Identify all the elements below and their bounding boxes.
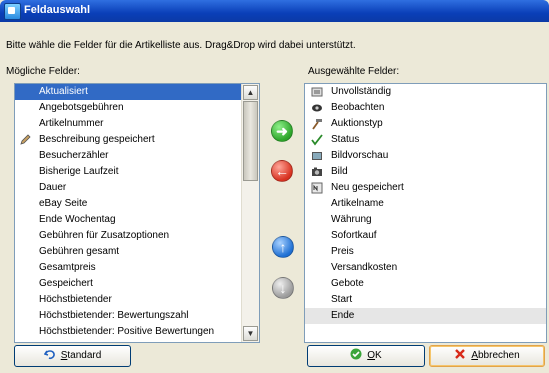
available-fields-label: Mögliche Felder: [6, 66, 80, 77]
available-field-item-label: Angebotsgebühren [39, 102, 124, 113]
available-field-item-label: Besucherzähler [39, 150, 109, 161]
available-field-item-label: Höchstbietender [39, 294, 112, 305]
available-field-item-label: Bisherige Laufzeit [39, 166, 119, 177]
available-field-item[interactable]: eBay Seite [15, 196, 241, 212]
add-field-button[interactable]: ➜ [271, 120, 293, 142]
selected-field-item[interactable]: Beobachten [305, 100, 546, 116]
selected-field-item[interactable]: Unvollständig [305, 84, 546, 100]
available-field-item-label: Gespeichert [39, 278, 93, 289]
selected-field-item-label: Sofortkauf [331, 230, 377, 241]
image-preview-icon [311, 150, 323, 162]
selected-field-item[interactable]: Artikelname [305, 196, 546, 212]
selected-field-item[interactable]: Versandkosten [305, 260, 546, 276]
available-field-item-label: Aktualisiert [39, 86, 88, 97]
available-field-item-label: Gebühren gesamt [39, 246, 120, 257]
window-title: Feldauswahl [24, 4, 91, 16]
available-field-item-label: Ende Wochentag [39, 214, 116, 225]
selected-field-item[interactable]: Gebote [305, 276, 546, 292]
selected-field-item[interactable]: Auktionstyp [305, 116, 546, 132]
selected-field-item-label: Bildvorschau [331, 150, 389, 161]
selected-field-item[interactable]: Bildvorschau [305, 148, 546, 164]
available-list-scrollbar[interactable]: ▲ ▼ [241, 84, 259, 342]
available-field-item[interactable]: Artikelnummer [15, 116, 241, 132]
selected-field-item[interactable]: Preis [305, 244, 546, 260]
selected-field-item-label: Start [331, 294, 353, 305]
selected-field-item[interactable]: Währung [305, 212, 546, 228]
available-field-item[interactable]: Höchstbietender [15, 292, 241, 308]
selected-fields-label: Ausgewählte Felder: [308, 66, 400, 77]
ok-button[interactable]: OK [307, 345, 425, 367]
available-field-item-label: Artikelnummer [39, 118, 104, 129]
selected-field-item[interactable]: Neu gespeichert [305, 180, 546, 196]
check-icon [311, 134, 323, 146]
available-field-item[interactable]: Aktualisiert [15, 84, 241, 100]
instruction-text: Bitte wähle die Felder für die Artikelli… [6, 40, 356, 51]
available-field-item[interactable]: Gespeichert [15, 276, 241, 292]
available-field-item[interactable]: Beschreibung gespeichert [15, 132, 241, 148]
ok-check-icon [350, 348, 362, 360]
selected-field-item-label: Bild [331, 166, 348, 177]
cancel-button[interactable]: Abbrechen [429, 345, 545, 367]
pencil-icon [19, 134, 31, 146]
available-field-item-label: Beschreibung gespeichert [39, 134, 155, 145]
standard-button[interactable]: Standard [14, 345, 131, 367]
available-field-item[interactable]: Dauer [15, 180, 241, 196]
selected-field-item-label: Unvollständig [331, 86, 392, 97]
selected-field-item[interactable]: Start [305, 292, 546, 308]
selected-field-item[interactable]: Ende [305, 308, 546, 324]
scroll-down-button[interactable]: ▼ [243, 326, 258, 341]
selected-fields-list[interactable]: Unvollständig Beobachten Auktionstyp Status… [304, 83, 547, 343]
selected-field-item-label: Gebote [331, 278, 364, 289]
selected-field-item-label: Status [331, 134, 360, 145]
available-field-item[interactable]: Bisherige Laufzeit [15, 164, 241, 180]
available-field-item-label: Höchstbietender: Bewertungszahl [39, 310, 189, 321]
available-fields-list[interactable]: Aktualisiert Angebotsgebühren Artikelnumme… [14, 83, 260, 343]
remove-field-button[interactable]: ← [271, 160, 293, 182]
selected-field-item-label: Versandkosten [331, 262, 398, 273]
window-titlebar[interactable]: Feldauswahl [0, 0, 549, 22]
undo-icon [43, 350, 55, 360]
hammer-icon [311, 118, 323, 130]
selected-field-item-label: Ende [331, 310, 355, 321]
available-field-item[interactable]: Gebühren gesamt [15, 244, 241, 260]
selected-field-item[interactable]: Sofortkauf [305, 228, 546, 244]
selected-field-item-label: Auktionstyp [331, 118, 383, 129]
watch-icon [311, 102, 323, 114]
available-field-item[interactable]: Gesamtpreis [15, 260, 241, 276]
available-field-item[interactable]: Ende Wochentag [15, 212, 241, 228]
scroll-thumb[interactable] [243, 101, 258, 181]
available-field-item-label: eBay Seite [39, 198, 88, 209]
selected-field-item-label: Beobachten [331, 102, 385, 113]
selected-field-item[interactable]: Bild [305, 164, 546, 180]
selected-field-item-label: Artikelname [331, 198, 384, 209]
available-field-item[interactable]: Höchstbietender: Positive Bewertungen [15, 324, 241, 340]
app-icon [4, 3, 21, 20]
available-field-item-label: Gebühren für Zusatzoptionen [39, 230, 170, 241]
available-field-item[interactable]: Angebotsgebühren [15, 100, 241, 116]
move-up-button[interactable]: ↑ [272, 236, 294, 258]
cancel-x-icon [455, 349, 466, 359]
incomplete-icon [311, 86, 323, 98]
new-saved-icon [311, 182, 323, 194]
available-field-item[interactable]: Besucherzähler [15, 148, 241, 164]
available-field-item-label: Dauer [39, 182, 67, 193]
camera-icon [311, 166, 323, 178]
selected-field-item[interactable]: Status [305, 132, 546, 148]
scroll-up-button[interactable]: ▲ [243, 85, 258, 100]
move-down-button[interactable]: ↓ [272, 277, 294, 299]
available-field-item-label: Höchstbietender: Positive Bewertungen [39, 326, 215, 337]
selected-field-item-label: Währung [331, 214, 372, 225]
available-field-item-label: Gesamtpreis [39, 262, 96, 273]
selected-field-item-label: Preis [331, 246, 354, 257]
available-field-item[interactable]: Höchstbietender: Bewertungszahl [15, 308, 241, 324]
selected-field-item-label: Neu gespeichert [331, 182, 404, 193]
available-field-item[interactable]: Gebühren für Zusatzoptionen [15, 228, 241, 244]
